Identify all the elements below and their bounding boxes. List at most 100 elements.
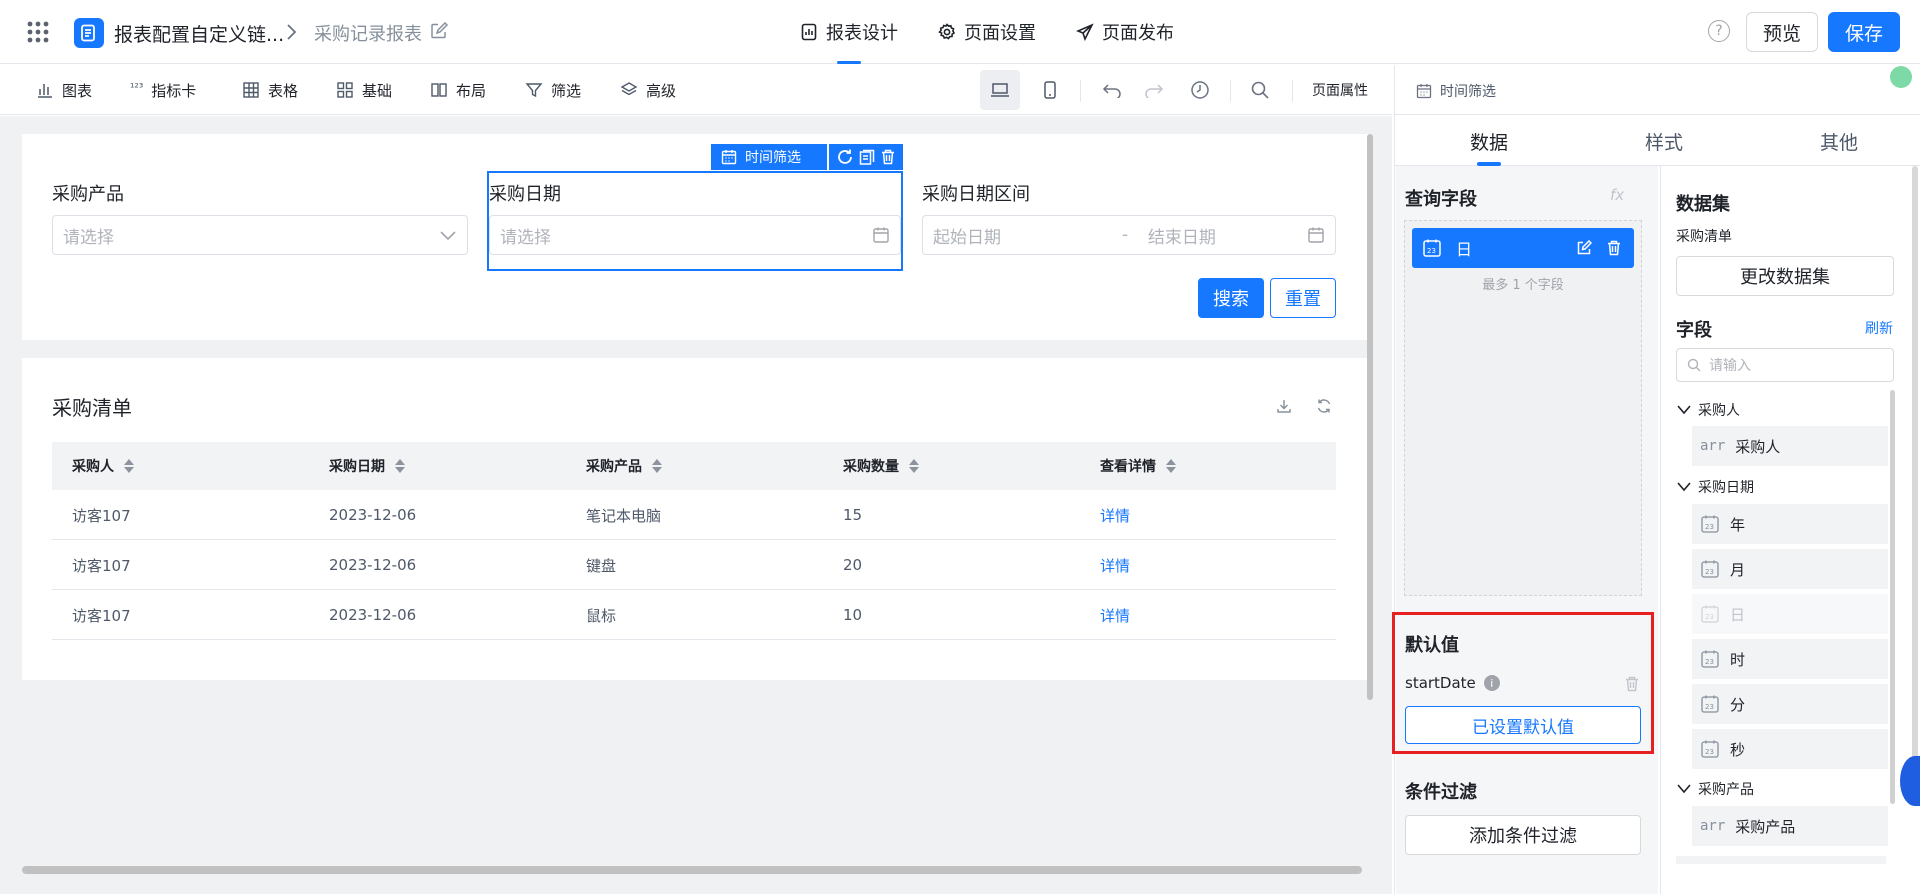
table-cell: 20 [843,556,863,574]
svg-text:23: 23 [1427,247,1436,255]
tab-page-publish[interactable]: 页面发布 [1056,0,1194,64]
column-header-label: 采购产品 [586,459,642,475]
undo-button[interactable] [1092,70,1132,110]
field-item[interactable]: 23 秒 [1692,729,1888,769]
field-item[interactable]: 23 分 [1692,684,1888,724]
download-icon[interactable] [1276,398,1292,414]
sort-icon[interactable] [909,459,919,473]
history-button[interactable] [1180,70,1220,110]
edit-icon[interactable] [430,22,448,40]
toolbar-chart[interactable]: 图表 [36,65,92,115]
field-group-purchase-date[interactable]: 采购日期 [1676,475,1754,499]
detail-link[interactable]: 详情 [1100,590,1130,640]
toolbar-label: 表格 [268,81,299,100]
sort-icon[interactable] [1166,459,1176,473]
field-group-buyer[interactable]: 采购人 [1676,398,1740,422]
toolbar-indicator-card[interactable]: ¹²³ 指标卡 [130,65,196,115]
detail-link[interactable]: 详情 [1100,540,1130,590]
field-item[interactable]: 23 时 [1692,639,1888,679]
app-grid-icon[interactable] [26,20,50,44]
fx-icon[interactable]: fx [1610,186,1624,204]
canvas-vertical-scrollbar[interactable] [1367,134,1373,700]
clock-icon [1190,80,1210,100]
column-header[interactable]: 采购人 [72,442,134,490]
mobile-view-button[interactable] [1030,70,1070,110]
field-list-scrollbar[interactable] [1890,390,1895,804]
tab-data[interactable]: 数据 [1464,116,1514,166]
detail-link[interactable]: 详情 [1100,490,1130,540]
mobile-icon [1043,81,1057,99]
field-item-label: 分 [1730,695,1746,714]
toolbar-divider [1230,80,1231,102]
field-search-input[interactable]: 请输入 [1676,348,1894,382]
field-group-label: 采购人 [1698,403,1740,419]
selected-component-tag[interactable]: 时间筛选 [711,144,827,170]
component-actions [829,144,903,170]
copy-icon[interactable] [859,149,875,165]
help-icon[interactable]: ? [1708,20,1730,42]
column-header[interactable]: 采购数量 [843,442,919,490]
save-button[interactable]: 保存 [1828,12,1900,52]
table-cell: 访客107 [72,606,131,625]
toolbar-basic[interactable]: 基础 [336,65,392,115]
toolbar-advanced[interactable]: 高级 [620,65,676,115]
panel-scrollbar[interactable] [1912,166,1918,806]
set-default-value-button[interactable]: 已设置默认值 [1405,706,1641,744]
refresh-icon[interactable] [1316,398,1332,414]
toolbar-filter[interactable]: 筛选 [525,65,581,115]
page-properties-button[interactable]: 页面属性 [1312,65,1368,115]
table-row: 访客107 2023-12-06 键盘 20 详情 [52,540,1336,590]
column-header[interactable]: 采购产品 [586,442,662,490]
date-range-input[interactable]: 起始日期 - 结束日期 [922,215,1336,255]
reset-button[interactable]: 重置 [1270,278,1336,318]
toolbar-table[interactable]: 表格 [242,65,298,115]
sort-icon[interactable] [652,459,662,473]
field-item-label: 年 [1730,515,1746,534]
field-item[interactable]: arr 采购产品 [1692,806,1888,846]
desktop-view-button[interactable] [980,70,1020,110]
add-condition-filter-button[interactable]: 添加条件过滤 [1405,815,1641,855]
info-icon[interactable]: i [1483,675,1500,691]
change-dataset-button[interactable]: 更改数据集 [1676,256,1894,296]
refresh-icon[interactable] [836,148,854,166]
redo-button[interactable] [1134,70,1174,110]
product-select[interactable]: 请选择 [52,215,468,255]
field-item-label: 采购产品 [1735,817,1796,836]
delete-icon[interactable] [1606,240,1622,256]
redo-icon [1144,82,1164,98]
search-button[interactable] [1240,70,1280,110]
search-icon [1687,358,1701,372]
field-item[interactable]: arr 采购人 [1692,426,1888,466]
column-header[interactable]: 采购日期 [329,442,405,490]
refresh-fields-link[interactable]: 刷新 [1865,318,1893,338]
field-group-product[interactable]: 采购产品 [1676,777,1754,801]
field-item[interactable]: 23 年 [1692,504,1888,544]
preview-button[interactable]: 预览 [1746,12,1818,52]
column-header-label: 采购人 [72,459,114,475]
tab-label: 页面发布 [1102,23,1174,44]
delete-icon[interactable] [880,149,896,165]
field-item-disabled: 23 日 [1692,594,1888,634]
query-field-item[interactable]: 23 日 [1412,228,1634,268]
delete-icon[interactable] [1624,676,1640,692]
tab-other[interactable]: 其他 [1814,116,1864,166]
tab-style[interactable]: 样式 [1639,116,1689,166]
panel-tabs: 数据 样式 其他 [1394,116,1920,166]
table-title: 采购清单 [52,396,132,420]
breadcrumb-page-name: 采购记录报表 [314,24,422,45]
sort-icon[interactable] [395,459,405,473]
toolbar-layout[interactable]: 布局 [430,65,486,115]
tab-report-design[interactable]: 报表设计 [780,0,918,64]
sort-icon[interactable] [124,459,134,473]
toolbar-label: 指标卡 [151,81,197,100]
column-header[interactable]: 查看详情 [1100,442,1176,490]
tab-page-settings[interactable]: 页面设置 [918,0,1056,64]
search-button[interactable]: 搜索 [1198,278,1264,318]
edit-icon[interactable] [1576,240,1592,256]
canvas-horizontal-scrollbar[interactable] [22,866,1362,874]
table-cell: 访客107 [72,556,131,575]
date-picker-placeholder: 请选择 [500,227,551,248]
app-title[interactable]: 报表配置自定义链... [114,20,284,47]
field-item[interactable]: 23 月 [1692,549,1888,589]
date-picker-input[interactable]: 请选择 [489,215,901,255]
